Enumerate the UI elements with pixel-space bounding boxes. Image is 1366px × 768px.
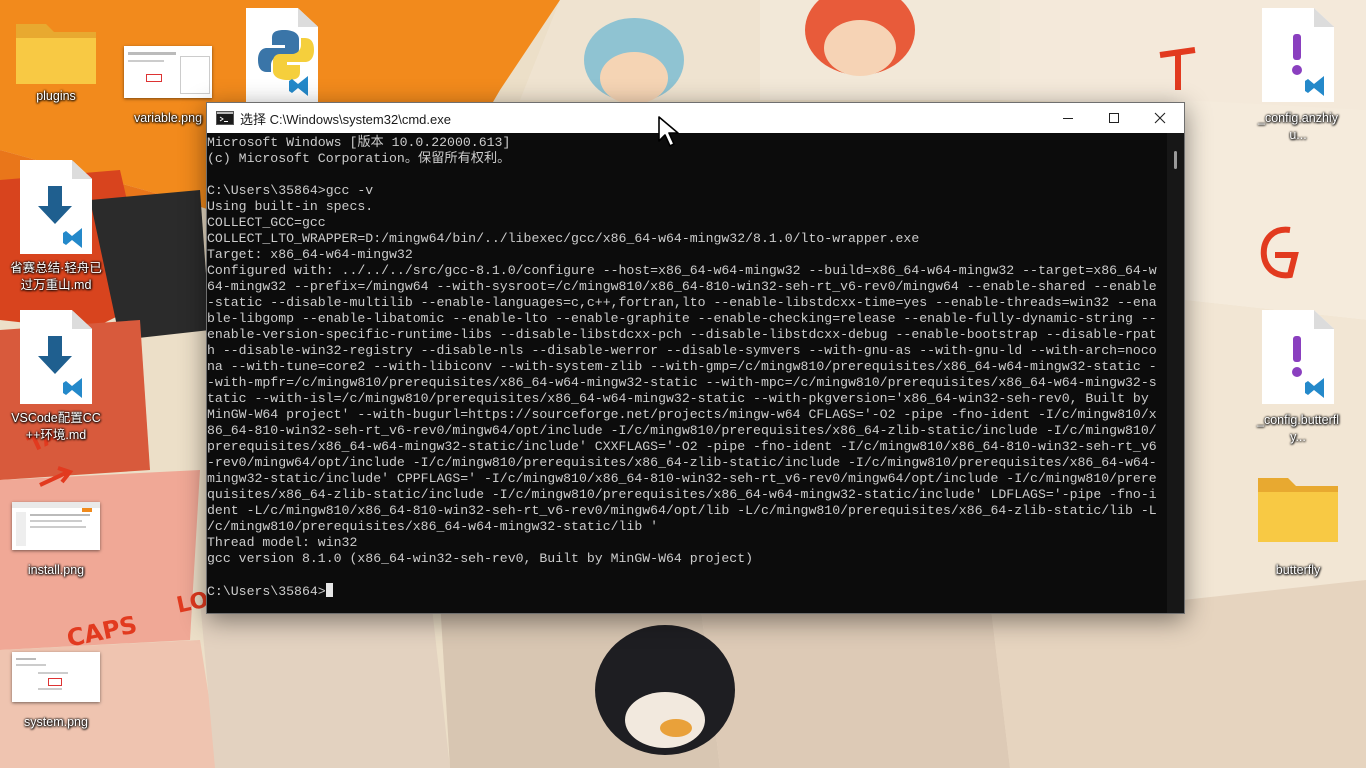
console-line: prerequisites/x86_64-w64-mingw32-static/…: [207, 439, 1157, 454]
console-line: h --disable-win32-registry --disable-nls…: [207, 343, 1157, 358]
text-cursor: [325, 583, 333, 597]
console-line: Microsoft Windows [版本 10.0.22000.613]: [207, 135, 511, 150]
desktop-icon-system-png[interactable]: system.png: [8, 652, 104, 731]
console-line: ble-libgomp --enable-libatomic --enable-…: [207, 311, 1157, 326]
console-line: C:\Users\35864>gcc -v: [207, 183, 374, 198]
console-text: Microsoft Windows [版本 10.0.22000.613] (c…: [207, 133, 1167, 600]
desktop-icon-label: VSCode配置CC++环境.md: [11, 411, 101, 442]
desktop-icon-md-summary[interactable]: 省赛总结·轻舟已过万重山.md: [8, 160, 104, 294]
console-line: tatic --with-isl=/c/mingw810/prerequisit…: [207, 391, 1149, 406]
console-line: (c) Microsoft Corporation。保留所有权利。: [207, 151, 511, 166]
console-line: COLLECT_LTO_WRAPPER=D:/mingw64/bin/../li…: [207, 231, 920, 246]
close-icon: [1154, 112, 1166, 124]
desktop-icon-label: butterfly: [1275, 563, 1321, 577]
folder-icon: [12, 16, 100, 88]
console-line: mingw32-static/include' CPPFLAGS=' -I/c/…: [207, 471, 1157, 486]
maximize-icon: [1109, 113, 1119, 123]
desktop-icon-label: install.png: [27, 563, 85, 577]
desktop-icon-label: variable.png: [133, 111, 203, 125]
cmd-window[interactable]: 选择 C:\Windows\system32\cmd.exe Microsoft…: [206, 102, 1185, 614]
console-line: 86_64-810-win32-seh-rt_v6-rev0/mingw64/o…: [207, 423, 1157, 438]
folder-icon: [1254, 470, 1342, 546]
desktop-icon-plugins[interactable]: plugins: [8, 16, 104, 105]
image-thumbnail: [12, 652, 100, 702]
desktop-icon-label: system.png: [24, 715, 88, 729]
image-thumbnail: [124, 46, 212, 98]
desktop-icon-config-anzhiyu[interactable]: _config.anzhiyu...: [1250, 8, 1346, 144]
desktop-icon-label: plugins: [36, 89, 76, 103]
console-line: gcc version 8.1.0 (x86_64-win32-seh-rev0…: [207, 551, 754, 566]
console-line: /c/mingw810/prerequisites/x86_64-w64-min…: [207, 519, 659, 534]
minimize-button[interactable]: [1045, 103, 1091, 133]
console-line: 64-mingw32 --prefix=/mingw64 --with-sysr…: [207, 279, 1157, 294]
desktop-icon-butterfly[interactable]: butterfly: [1250, 470, 1346, 579]
console-line: quisites/x86_64-zlib-static/include -I/c…: [207, 487, 1157, 502]
console-line: na --with-tune=core2 --with-libiconv --w…: [207, 359, 1157, 374]
window-titlebar[interactable]: 选择 C:\Windows\system32\cmd.exe: [207, 103, 1184, 133]
console-line: dent -L/c/mingw810/x86_64-810-win32-seh-…: [207, 503, 1157, 518]
desktop-icon-md-vscode[interactable]: VSCode配置CC++环境.md: [8, 310, 104, 444]
console-line: Using built-in specs.: [207, 199, 374, 214]
window-title: 选择 C:\Windows\system32\cmd.exe: [240, 111, 451, 127]
desktop-icon-variable-png[interactable]: variable.png: [120, 46, 216, 127]
console-scrollbar[interactable]: [1167, 133, 1184, 613]
console-line: Target: x86_64-w64-mingw32: [207, 247, 413, 262]
python-file-icon: [246, 8, 318, 102]
desktop-icon-label: _config.butterfly...: [1257, 413, 1339, 444]
console-line: Configured with: ../../../src/gcc-8.1.0/…: [207, 263, 1157, 278]
console-line: -rev0/mingw64/opt/include -I/c/mingw810/…: [207, 455, 1157, 470]
desktop-icon-config-butterfly[interactable]: _config.butterfly...: [1250, 310, 1346, 446]
console-line: enable-version-specific-runtime-libs --d…: [207, 327, 1157, 342]
close-button[interactable]: [1137, 103, 1183, 133]
desktop-icon-label: _config.anzhiyu...: [1258, 111, 1338, 142]
cmd-icon: [216, 111, 234, 125]
console-output[interactable]: Microsoft Windows [版本 10.0.22000.613] (c…: [207, 133, 1167, 613]
console-line: Thread model: win32: [207, 535, 358, 550]
markdown-file-icon: [20, 160, 92, 254]
console-line: COLLECT_GCC=gcc: [207, 215, 326, 230]
yaml-file-icon: [1262, 310, 1334, 404]
console-line: -with-mpfr=/c/mingw810/prerequisites/x86…: [207, 375, 1157, 390]
desktop-icon-install-png[interactable]: install.png: [8, 502, 104, 579]
yaml-file-icon: [1262, 8, 1334, 102]
minimize-icon: [1063, 118, 1073, 119]
maximize-button[interactable]: [1091, 103, 1137, 133]
desktop-icon-label: 省赛总结·轻舟已过万重山.md: [10, 261, 102, 292]
scrollbar-thumb[interactable]: [1174, 151, 1177, 169]
image-thumbnail: [12, 502, 100, 550]
markdown-file-icon: [20, 310, 92, 404]
console-line: C:\Users\35864>: [207, 584, 326, 599]
console-line: -static --disable-multilib --enable-lang…: [207, 295, 1157, 310]
console-line: MinGW-W64 project' --with-bugurl=https:/…: [207, 407, 1157, 422]
desktop-icon-python-file[interactable]: [234, 8, 330, 102]
mouse-pointer-icon: [658, 116, 679, 147]
